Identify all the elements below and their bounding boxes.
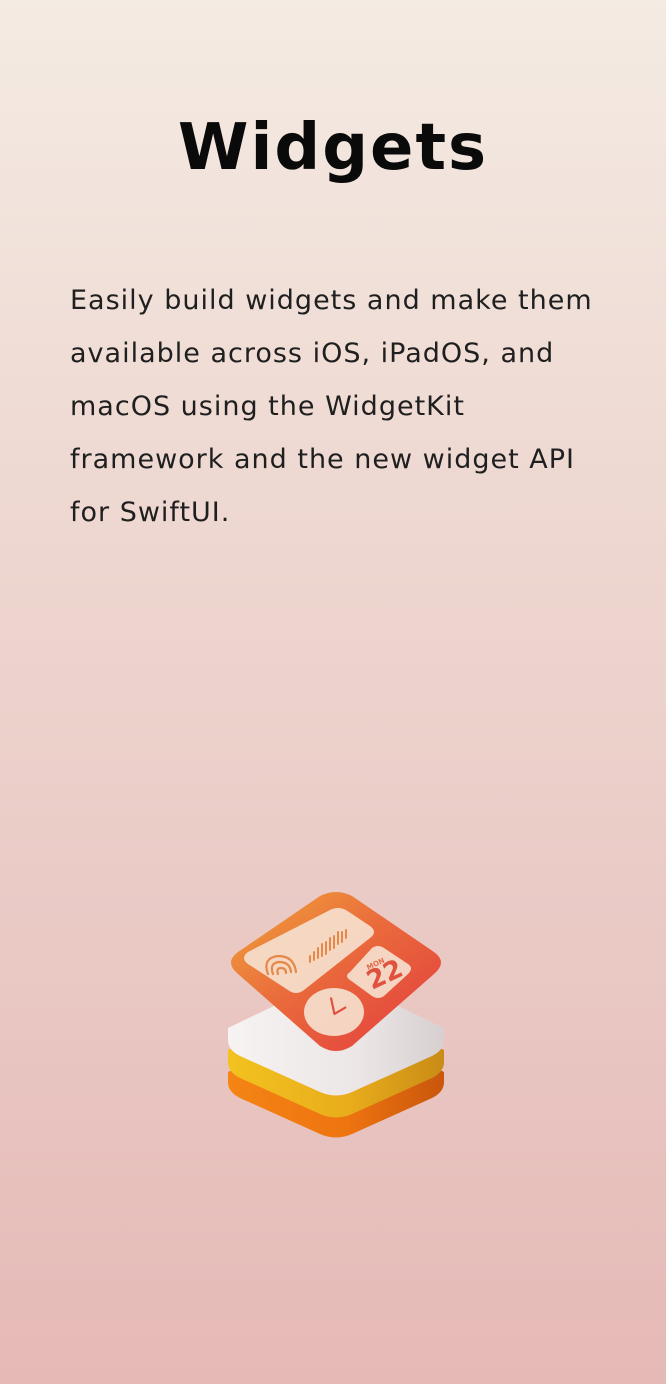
widgetkit-icon: MON 22	[228, 892, 444, 1138]
clock-widget-icon	[304, 988, 364, 1036]
widgets-page: Widgets Easily build widgets and make th…	[0, 0, 666, 1384]
page-description: Easily build widgets and make them avail…	[70, 285, 593, 528]
page-title: Widgets	[177, 111, 489, 185]
